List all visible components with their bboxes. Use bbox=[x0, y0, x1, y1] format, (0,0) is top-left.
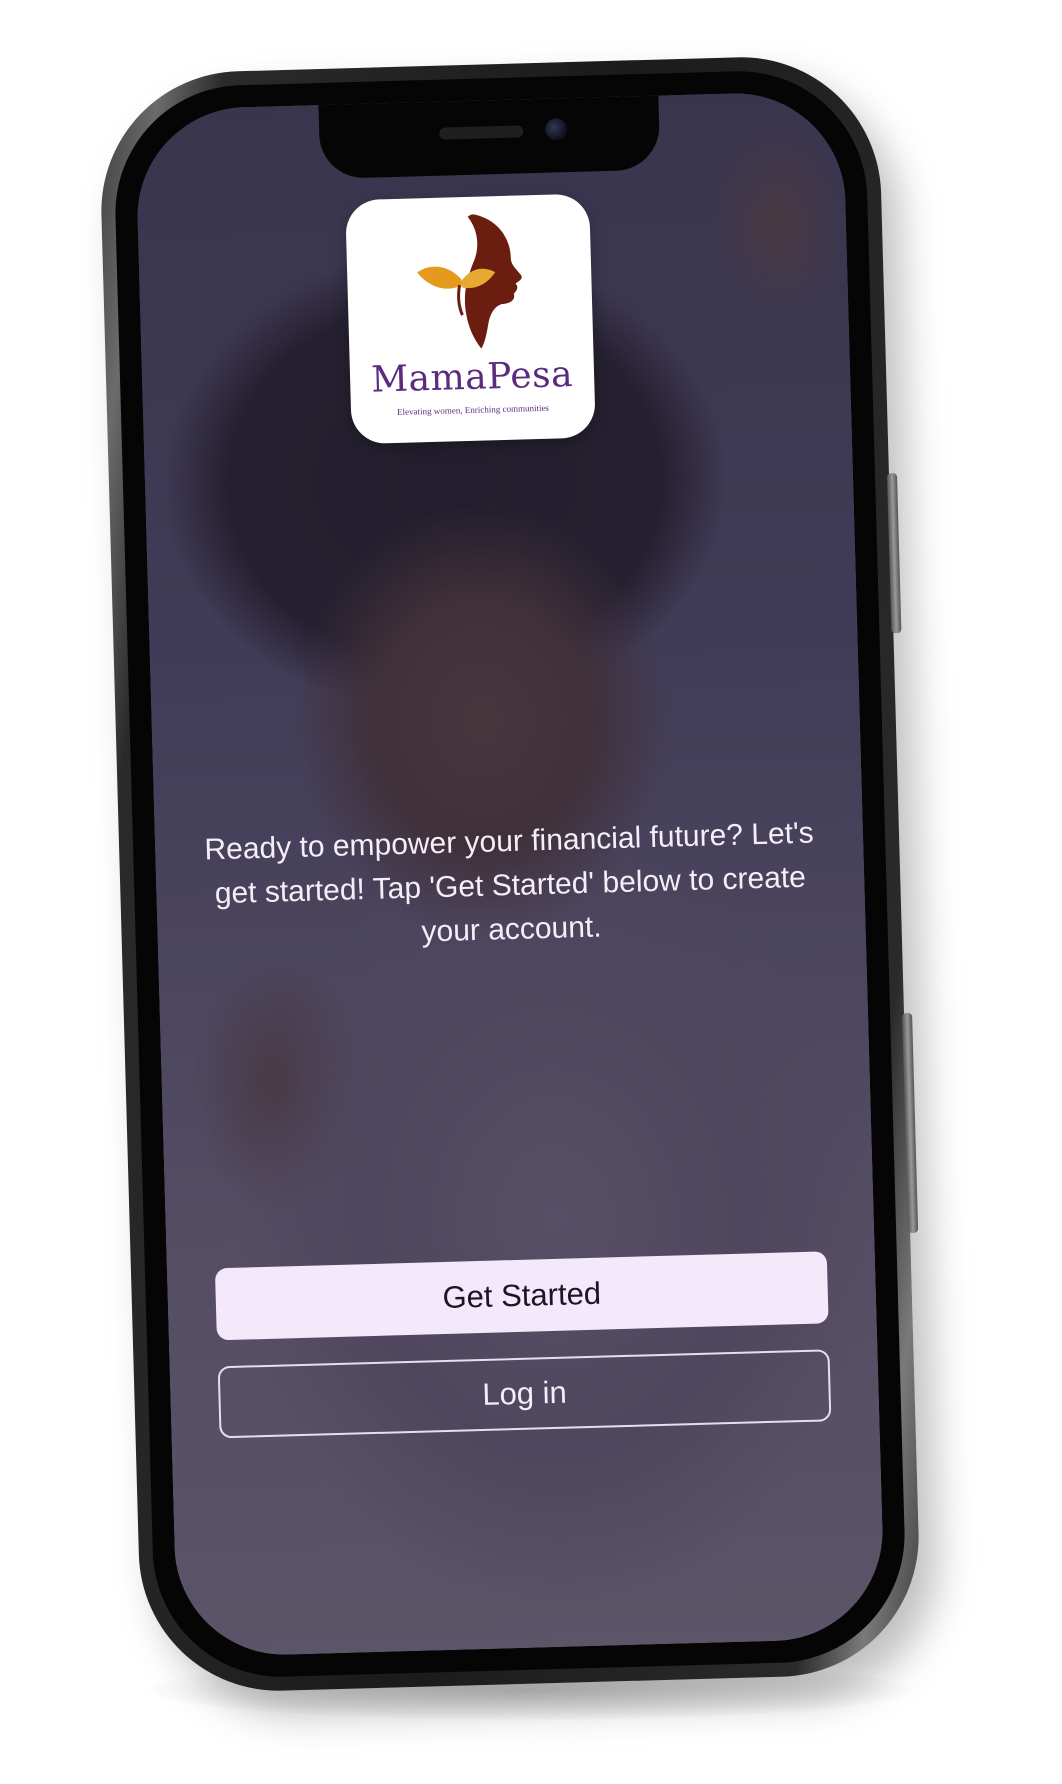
notch bbox=[318, 95, 661, 180]
woman-profile-logo-icon bbox=[417, 214, 522, 349]
brand-tagline: Elevating women, Enriching communities bbox=[396, 402, 550, 417]
phone-mockup: MamaPesa Elevating women, Enriching comm… bbox=[97, 53, 923, 1695]
app-logo: MamaPesa Elevating women, Enriching comm… bbox=[345, 193, 596, 445]
front-camera bbox=[544, 118, 568, 141]
app-screen: MamaPesa Elevating women, Enriching comm… bbox=[134, 90, 886, 1658]
mockup-stage: MamaPesa Elevating women, Enriching comm… bbox=[0, 0, 1062, 1784]
speaker-grille bbox=[439, 125, 524, 140]
welcome-message: Ready to empower your financial future? … bbox=[204, 816, 815, 949]
brand-name: MamaPesa bbox=[370, 354, 574, 401]
